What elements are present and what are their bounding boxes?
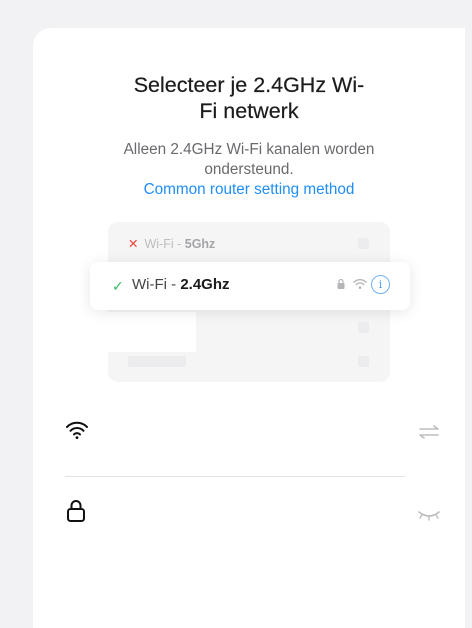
- network-5ghz-band: 5Ghz: [184, 237, 216, 251]
- password-field[interactable]: [65, 498, 440, 558]
- check-icon: ✓: [112, 278, 124, 294]
- placeholder-square: [358, 356, 369, 367]
- title-line-1: Selecteer je 2.4GHz Wi-: [133, 73, 365, 97]
- placeholder-square: [358, 238, 369, 249]
- small-lock-icon: [337, 278, 345, 289]
- field-divider: [65, 476, 405, 477]
- lock-icon: [67, 500, 85, 522]
- network-2-4ghz-band: 2.4Ghz: [180, 276, 230, 293]
- placeholder-bar: [128, 356, 186, 367]
- switch-network-icon[interactable]: [417, 424, 441, 440]
- network-2-4ghz-prefix: Wi-Fi -: [132, 276, 181, 293]
- info-icon[interactable]: i: [371, 275, 390, 294]
- network-row-2-4ghz: ✓ Wi-Fi - 2.4Ghz i: [90, 262, 410, 310]
- page-title: Selecteer je 2.4GHz Wi- Fi netwerk: [33, 28, 465, 123]
- cross-icon: ✕: [128, 237, 139, 251]
- network-row-5ghz: ✕ Wi-Fi - 5Ghz: [128, 236, 215, 251]
- network-5ghz-prefix: Wi-Fi -: [144, 237, 185, 251]
- subtitle-prefix: ondersteund.: [204, 161, 294, 178]
- placeholder-square: [358, 322, 369, 333]
- placeholder-block: [108, 312, 196, 352]
- small-wifi-icon: [353, 279, 367, 289]
- subtitle-line-2: ondersteund. Common router setting metho…: [33, 160, 465, 200]
- wifi-network-field[interactable]: [65, 418, 439, 478]
- router-setting-link[interactable]: Common router setting method: [144, 181, 355, 198]
- title-line-2: Fi netwerk: [199, 99, 299, 123]
- wifi-icon: [66, 421, 88, 439]
- eye-closed-icon[interactable]: [417, 508, 441, 522]
- subtitle-line-1: Alleen 2.4GHz Wi-Fi kanalen worden: [123, 141, 375, 158]
